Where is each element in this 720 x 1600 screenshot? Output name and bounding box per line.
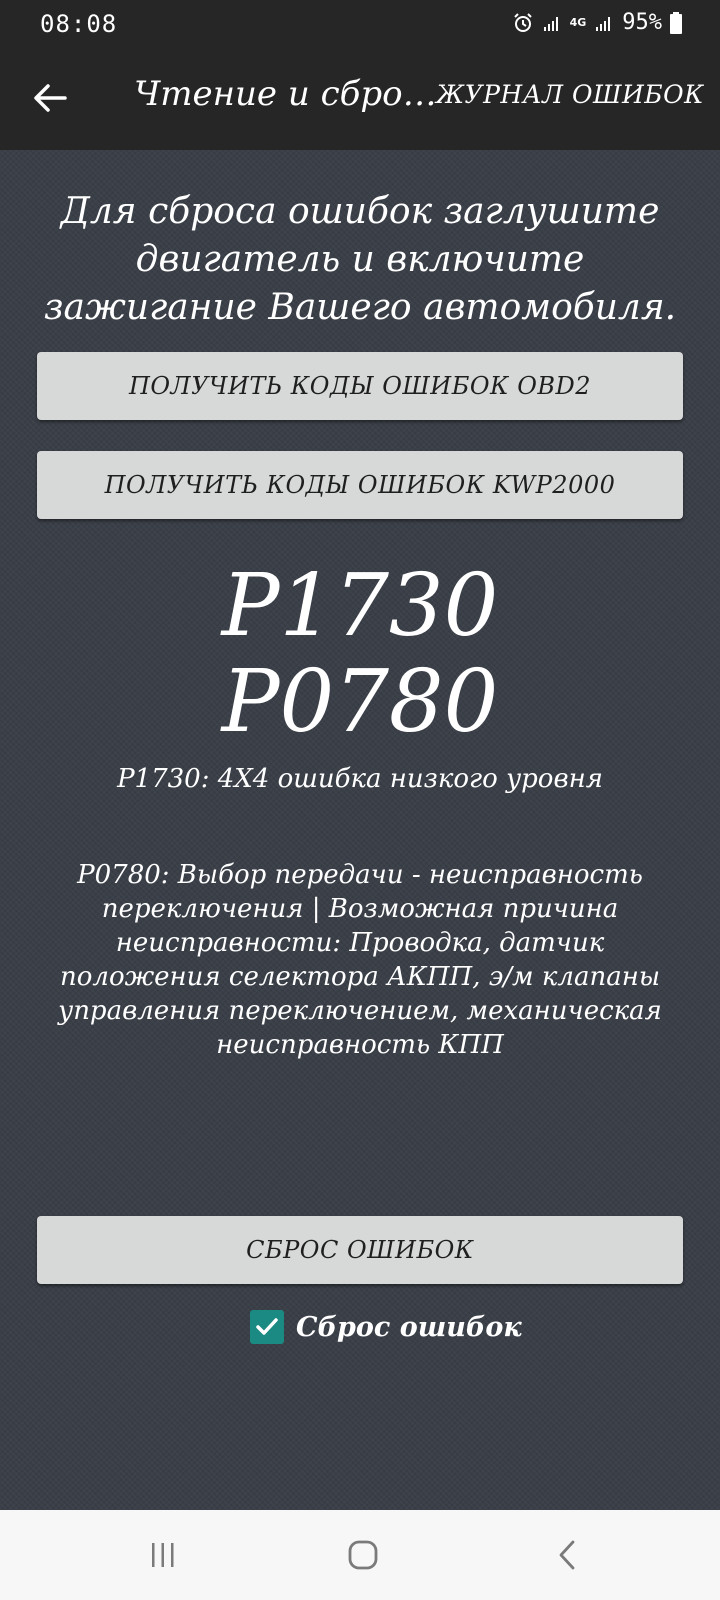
reset-errors-checkbox[interactable] [250,1310,284,1344]
checkbox-label: Сброс ошибок [296,1311,522,1343]
checkmark-icon [256,1318,278,1335]
page-title: Чтение и сброс о... [134,74,444,114]
network-type: 4G [569,16,587,29]
battery-icon [670,11,682,34]
error-code: P0780 [221,652,499,752]
error-code: P1730 [221,556,499,656]
nav-back-icon[interactable] [547,1535,587,1575]
error-description: P1730: 4X4 ошибка низкого уровня [117,764,603,794]
reset-errors-button[interactable]: СБРОС ОШИБОК [37,1216,683,1284]
home-icon[interactable] [343,1535,383,1575]
status-icons: 4G 95% [512,10,682,35]
recent-apps-icon[interactable] [143,1535,183,1575]
get-kwp2000-codes-button[interactable]: ПОЛУЧИТЬ КОДЫ ОШИБОК KWP2000 [37,451,683,519]
system-nav-bar [0,1510,720,1600]
status-time: 08:08 [40,10,118,38]
battery-percent: 95% [622,10,662,35]
error-log-button[interactable]: ЖУРНАЛ ОШИБОК [436,80,704,109]
get-obd2-codes-button[interactable]: ПОЛУЧИТЬ КОДЫ ОШИБОК OBD2 [37,352,683,420]
signal-icon [542,13,562,33]
status-bar: 08:08 4G 95% [0,0,720,46]
instruction-text: Для сброса ошибок заглушите двигатель и … [43,191,677,328]
error-codes: P1730 P0780 [0,558,720,750]
reset-errors-checkbox-row[interactable]: Сброс ошибок [250,1310,522,1344]
app-bar: Чтение и сброс о... ЖУРНАЛ ОШИБОК [0,46,720,150]
signal-icon-2 [594,13,614,33]
back-arrow-icon[interactable] [28,76,72,120]
error-description: P0780: Выбор передачи - неисправность пе… [58,860,662,1060]
main-content: Для сброса ошибок заглушите двигатель и … [0,150,720,1510]
alarm-icon [512,12,534,34]
